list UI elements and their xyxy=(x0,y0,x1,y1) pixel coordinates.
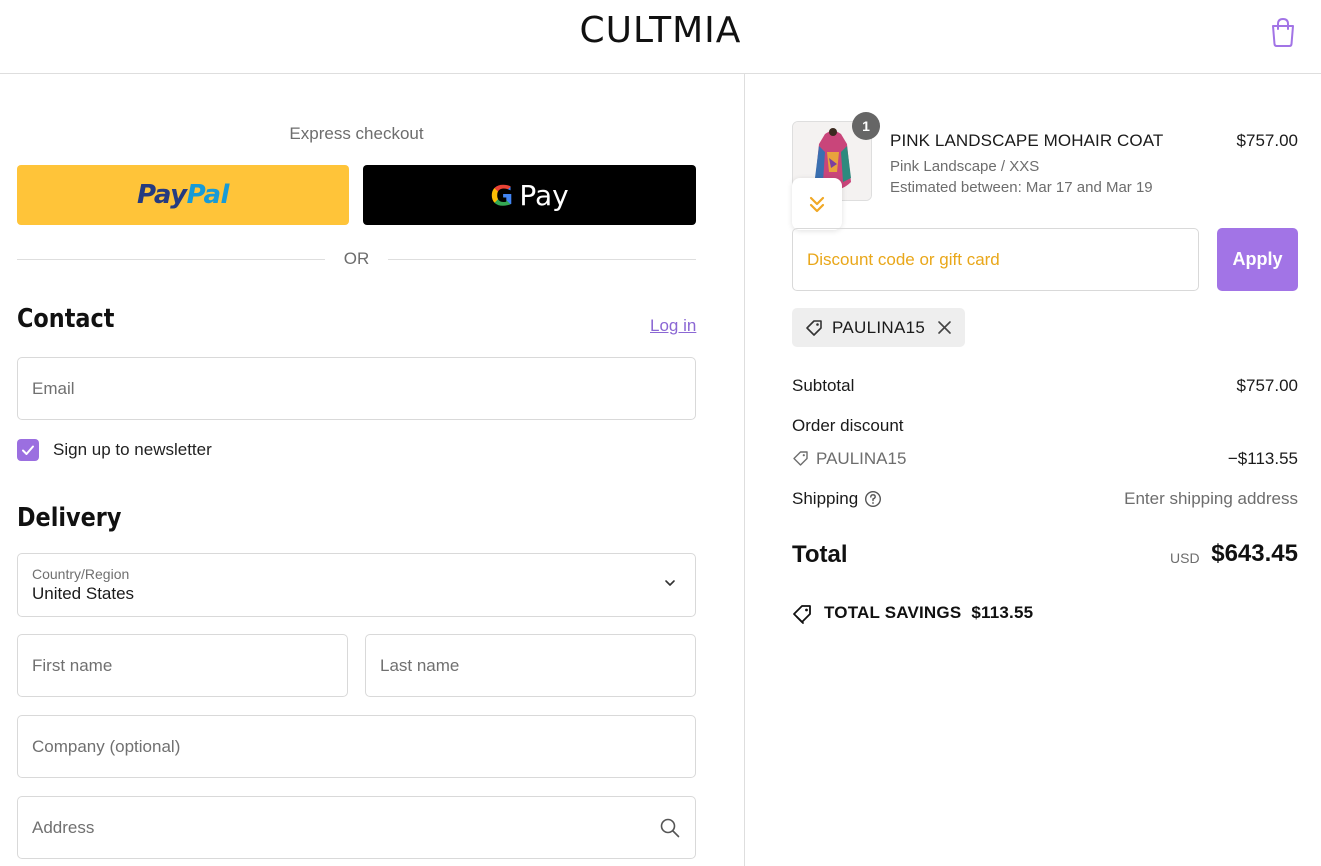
last-name-input[interactable] xyxy=(366,635,695,696)
paypal-logo: PayPal xyxy=(137,180,229,210)
order-discount-label: Order discount xyxy=(792,416,904,435)
divider-line xyxy=(388,259,696,260)
delivery-estimate: Estimated between: Mar 17 and Mar 19 xyxy=(890,179,1153,196)
discount-field[interactable] xyxy=(792,228,1199,291)
currency-code: USD xyxy=(1170,550,1200,566)
total-savings-value: $113.55 xyxy=(971,603,1034,622)
contact-heading: Contact xyxy=(17,304,115,334)
subtotal-value: $757.00 xyxy=(1236,376,1298,395)
product-price: $757.00 xyxy=(1236,131,1298,150)
product-name: PINK LANDSCAPE MOHAIR COAT xyxy=(890,131,1164,150)
total-value: $643.45 xyxy=(1211,540,1298,567)
newsletter-checkbox[interactable] xyxy=(17,439,39,461)
total-label: Total xyxy=(792,541,848,568)
paypal-button[interactable]: PayPal xyxy=(17,165,349,225)
email-field[interactable] xyxy=(17,357,696,420)
shipping-label: Shipping xyxy=(792,489,859,508)
discount-input[interactable] xyxy=(793,229,1198,290)
login-link[interactable]: Log in xyxy=(650,316,696,336)
company-input[interactable] xyxy=(18,716,695,777)
country-value: United States xyxy=(32,584,135,603)
company-field[interactable] xyxy=(17,715,696,778)
google-pay-label: Pay xyxy=(519,178,569,212)
first-name-input[interactable] xyxy=(18,635,347,696)
checkout-form: Express checkout PayPal G Pay OR Contact… xyxy=(0,74,745,866)
shopping-bag-icon[interactable] xyxy=(1268,16,1298,48)
savings-tag-icon xyxy=(793,605,811,624)
address-input[interactable] xyxy=(18,797,695,858)
subtotal-label: Subtotal xyxy=(792,376,855,395)
order-summary: 1 PINK LANDSCAPE MOHAIR COAT Pink Landsc… xyxy=(746,74,1321,866)
total-savings-label: TOTAL SAVINGS xyxy=(824,603,962,622)
newsletter-label[interactable]: Sign up to newsletter xyxy=(53,440,212,460)
delivery-heading: Delivery xyxy=(17,503,122,533)
applied-code-label: PAULINA15 xyxy=(832,318,926,337)
quantity-badge: 1 xyxy=(852,112,880,140)
country-select[interactable]: Country/Region United States xyxy=(17,553,696,617)
search-icon[interactable] xyxy=(659,817,681,839)
or-divider: OR xyxy=(17,248,696,270)
expand-chevron-icon[interactable] xyxy=(792,178,842,230)
google-pay-button[interactable]: G Pay xyxy=(363,165,696,225)
tag-icon xyxy=(806,320,822,336)
discount-code-label: PAULINA15 xyxy=(816,449,907,468)
apply-button[interactable]: Apply xyxy=(1217,228,1298,291)
discount-value: −$113.55 xyxy=(1227,449,1298,468)
product-variant: Pink Landscape / XXS xyxy=(890,158,1040,175)
email-input[interactable] xyxy=(18,358,695,419)
last-name-field[interactable] xyxy=(365,634,696,697)
google-g-icon: G xyxy=(490,178,514,212)
applied-code-chip: PAULINA15 xyxy=(792,308,965,347)
close-icon[interactable] xyxy=(936,319,953,336)
address-field[interactable] xyxy=(17,796,696,859)
site-header: CULTMIA xyxy=(0,0,1321,74)
help-circle-icon[interactable] xyxy=(864,490,882,508)
express-checkout-title: Express checkout xyxy=(289,124,424,143)
first-name-field[interactable] xyxy=(17,634,348,697)
tag-icon xyxy=(793,451,808,466)
country-label: Country/Region xyxy=(32,566,130,582)
chevron-down-icon xyxy=(665,580,675,586)
total-savings: TOTAL SAVINGS $113.55 xyxy=(824,603,1033,623)
brand-logo[interactable]: CULTMIA xyxy=(0,10,1321,51)
shipping-value: Enter shipping address xyxy=(1124,489,1298,508)
checkmark-icon xyxy=(22,445,34,455)
